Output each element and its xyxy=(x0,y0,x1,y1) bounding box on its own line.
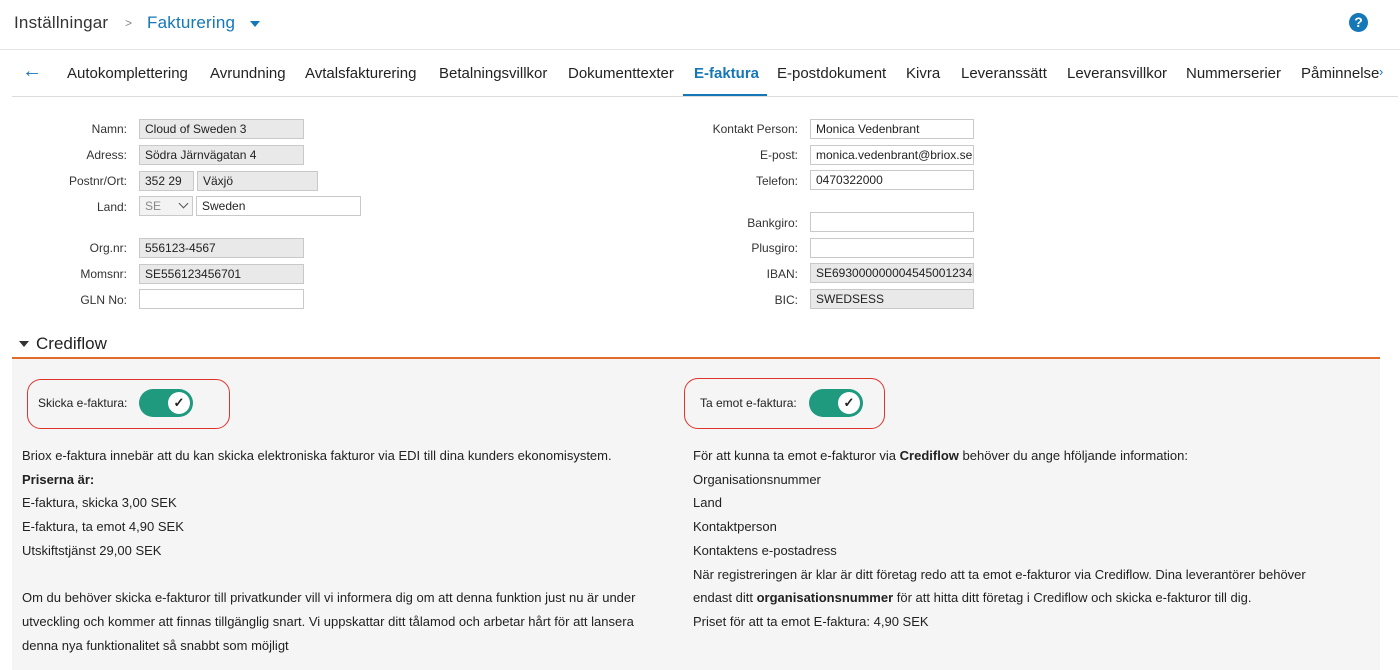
tab-nummerserier[interactable]: Nummerserier xyxy=(1186,65,1281,82)
country-code-value: SE xyxy=(145,199,162,213)
settings-tabs: ← Autokomplettering Avrundning Avtalsfak… xyxy=(12,51,1398,97)
breadcrumb-settings[interactable]: Inställningar xyxy=(14,13,108,33)
receive-e-invoice-toggle[interactable]: ✓ xyxy=(809,389,863,417)
intro-post: behöver du ange hföljande information: xyxy=(958,448,1189,463)
private-note-line: denna nya funktionalitet så snabbt som m… xyxy=(22,638,289,653)
bankgiro-field[interactable] xyxy=(810,212,974,232)
address-field: Södra Järnvägatan 4 xyxy=(139,145,304,165)
registration-done-text-2: endast ditt organisationsnummer för att … xyxy=(693,590,1252,605)
city-field: Växjö xyxy=(197,171,318,191)
country-code-select: SE xyxy=(139,196,193,216)
contact-person-field[interactable]: Monica Vedenbrant xyxy=(810,119,974,139)
plusgiro-field[interactable] xyxy=(810,238,974,258)
price-send: E-faktura, skicka 3,00 SEK xyxy=(22,495,177,510)
plusgiro-label: Plusgiro: xyxy=(751,241,798,255)
breadcrumb-separator: > xyxy=(125,16,133,30)
orgnr-label: Org.nr: xyxy=(89,241,127,255)
tab-e-faktura[interactable]: E-faktura xyxy=(694,65,759,82)
chevron-down-icon xyxy=(178,198,189,209)
bic-label: BIC: xyxy=(774,293,798,307)
bic-field: SWEDSESS xyxy=(810,289,974,309)
caret-down-icon[interactable] xyxy=(250,21,260,27)
prices-heading: Priserna är: xyxy=(22,472,95,487)
postal-code-field: 352 29 xyxy=(139,171,194,191)
chevron-right-icon[interactable]: › xyxy=(1379,64,1398,84)
check-icon: ✓ xyxy=(838,392,860,414)
orgnr-field: 556123-4567 xyxy=(139,238,304,258)
send-intro-text: Briox e-faktura innebär att du kan skick… xyxy=(22,448,612,463)
requirement-item: Organisationsnummer xyxy=(693,472,821,487)
active-tab-indicator xyxy=(683,94,767,96)
name-label: Namn: xyxy=(91,122,127,136)
tab-avrundning[interactable]: Avrundning xyxy=(210,65,286,82)
receive-intro-text: För att kunna ta emot e-fakturor via Cre… xyxy=(693,448,1188,463)
iban-field: SE6930000000045450012345 xyxy=(810,263,974,283)
address-label: Adress: xyxy=(86,148,127,162)
crediflow-section-title[interactable]: Crediflow xyxy=(36,334,107,354)
vat-label: Momsnr: xyxy=(80,267,127,281)
contact-person-label: Kontakt Person: xyxy=(712,122,798,136)
done-pre: endast ditt xyxy=(693,590,757,605)
phone-field[interactable]: 0470322000 xyxy=(810,170,974,190)
send-e-invoice-toggle[interactable]: ✓ xyxy=(139,389,193,417)
price-receive: E-faktura, ta emot 4,90 SEK xyxy=(22,519,184,534)
check-icon: ✓ xyxy=(168,392,190,414)
registration-done-text: När registreringen är klar är ditt föret… xyxy=(693,567,1306,582)
receive-price-text: Priset för att ta emot E-faktura: 4,90 S… xyxy=(693,614,929,629)
receive-e-invoice-label: Ta emot e-faktura: xyxy=(700,396,797,410)
gln-label: GLN No: xyxy=(80,293,127,307)
price-print: Utskiftstjänst 29,00 SEK xyxy=(22,543,162,558)
arrow-left-icon[interactable]: ← xyxy=(22,60,42,83)
private-note-line: Om du behöver skicka e-fakturor till pri… xyxy=(22,590,636,605)
gln-field[interactable] xyxy=(139,289,304,309)
email-field[interactable]: monica.vedenbrant@briox.se xyxy=(810,145,974,165)
vat-field: SE556123456701 xyxy=(139,264,304,284)
iban-label: IBAN: xyxy=(766,267,798,281)
tab-e-postdokument[interactable]: E-postdokument xyxy=(777,65,886,82)
requirement-item: Kontaktperson xyxy=(693,519,777,534)
requirement-item: Land xyxy=(693,495,722,510)
tab-kivra[interactable]: Kivra xyxy=(906,65,940,82)
bankgiro-label: Bankgiro: xyxy=(747,216,798,230)
tab-dokumenttexter[interactable]: Dokumenttexter xyxy=(568,65,674,82)
breadcrumb-billing-dropdown[interactable]: Fakturering xyxy=(147,13,235,33)
postal-label: Postnr/Ort: xyxy=(68,174,127,188)
intro-pre: För att kunna ta emot e-fakturor via xyxy=(693,448,900,463)
send-e-invoice-label: Skicka e-faktura: xyxy=(38,396,128,410)
phone-label: Telefon: xyxy=(755,174,798,188)
country-label: Land: xyxy=(96,200,127,214)
tab-leveransvillkor[interactable]: Leveransvillkor xyxy=(1067,65,1167,82)
collapse-caret-icon[interactable] xyxy=(19,341,29,347)
requirement-item: Kontaktens e-postadress xyxy=(693,543,837,558)
intro-crediflow: Crediflow xyxy=(899,448,959,463)
tab-autokomplettering[interactable]: Autokomplettering xyxy=(67,65,188,82)
email-label: E-post: xyxy=(759,148,798,162)
country-field[interactable]: Sweden xyxy=(196,196,361,216)
private-note-line: utveckling och kommer att finnas tillgän… xyxy=(22,614,634,629)
name-field: Cloud of Sweden 3 xyxy=(139,119,304,139)
help-icon[interactable]: ? xyxy=(1349,13,1368,32)
tab-betalningsvillkor[interactable]: Betalningsvillkor xyxy=(439,65,547,82)
tab-leveranssatt[interactable]: Leveranssätt xyxy=(961,65,1047,82)
top-bar: Inställningar > Fakturering ? xyxy=(0,0,1400,50)
tab-paminnelser[interactable]: Påminnelser xyxy=(1301,65,1384,82)
tab-avtalsfakturering[interactable]: Avtalsfakturering xyxy=(305,65,416,82)
done-post: för att hitta ditt företag i Crediflow o… xyxy=(893,590,1252,605)
done-bold: organisationsnummer xyxy=(756,590,894,605)
